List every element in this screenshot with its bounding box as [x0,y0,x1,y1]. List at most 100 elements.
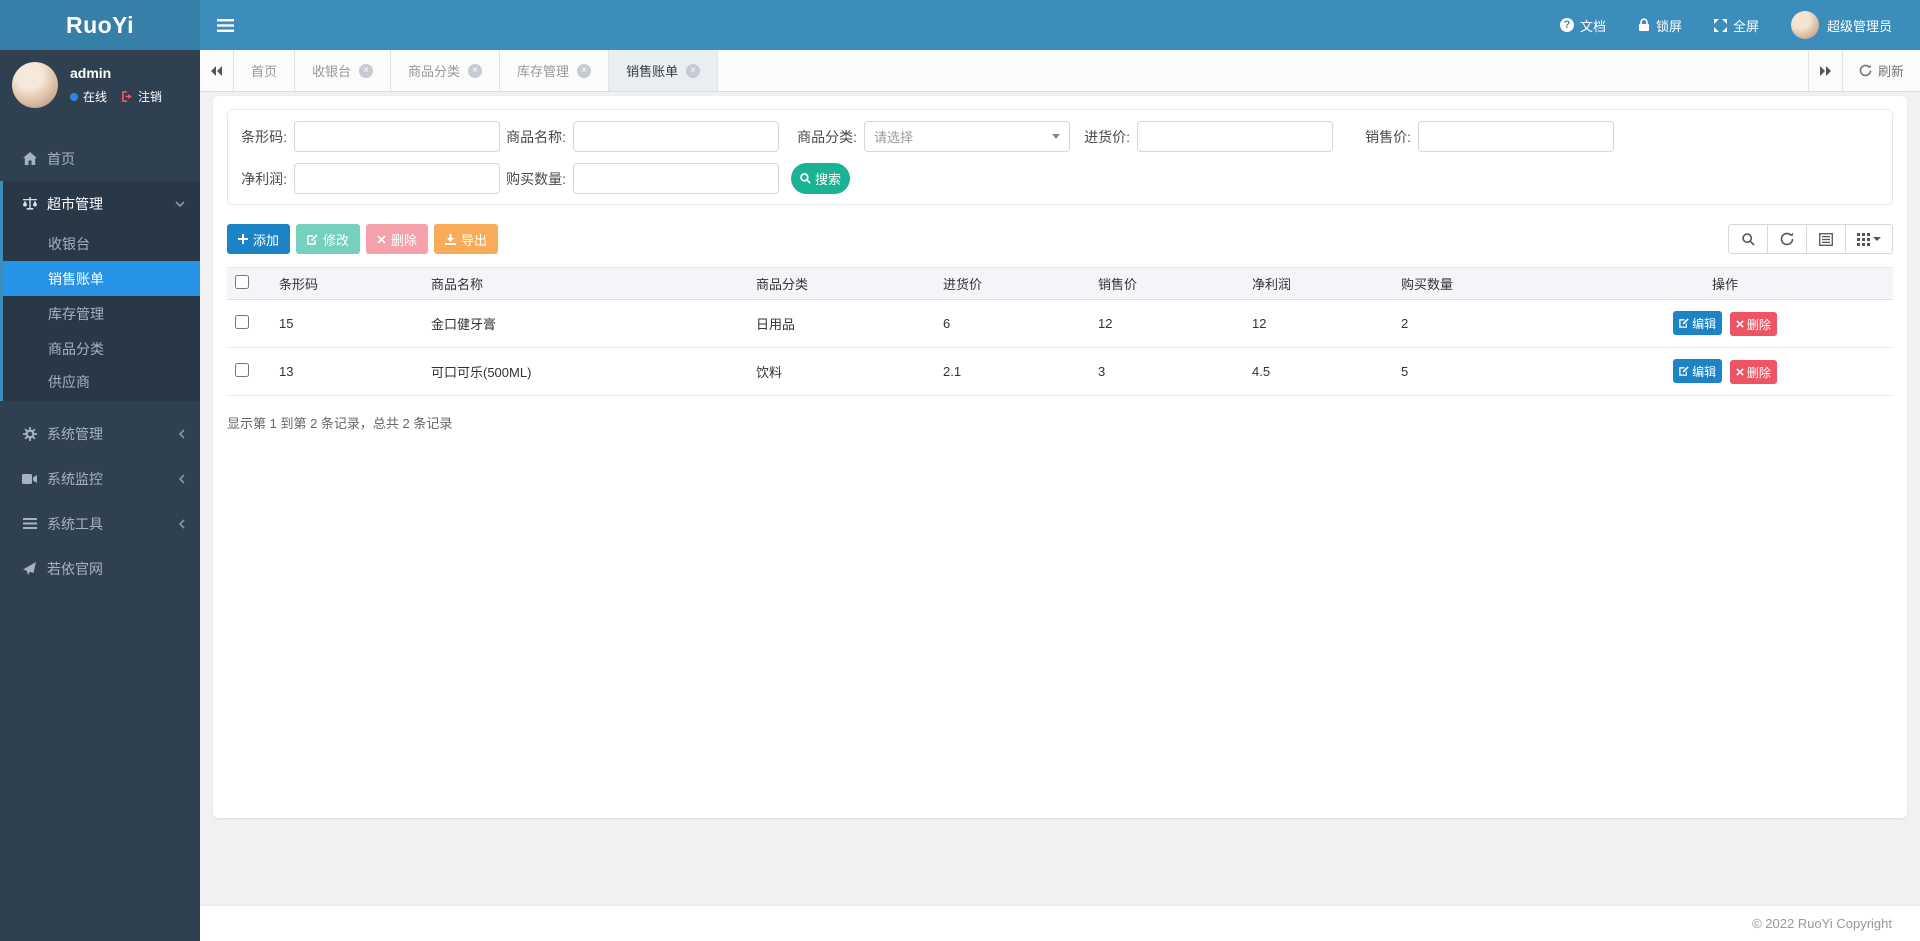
detail-view-button[interactable] [1806,224,1846,254]
show-search-button[interactable] [1728,224,1768,254]
pagination-summary: 显示第 1 到第 2 条记录，总共 2 条记录 [227,416,453,431]
sales-bill-table: 条形码 商品名称 商品分类 进货价 销售价 净利润 购买数量 操作 15 金口健… [227,267,1893,396]
edit-icon [1679,318,1689,328]
tab-label: 首页 [251,64,278,79]
row-delete-button[interactable]: 删除 [1729,360,1777,384]
x-icon [377,234,386,244]
table-row: 13 可口可乐(500ML) 饮料 2.1 3 4.5 5 编辑 删除 [227,347,1893,396]
delete-button[interactable]: 删除 [366,224,429,254]
chevron-left-icon [179,518,185,529]
sidebar-section-supermarket: 超市管理 收银台 销售账单 库存管理 商品分类 供应商 [0,181,200,401]
sidebar-item-cashier[interactable]: 收银台 [3,226,200,261]
tab-inventory[interactable]: 库存管理 × [500,50,610,91]
close-icon[interactable]: × [468,63,483,78]
sidebar-item-system-monitor[interactable]: 系统监控 [0,456,200,501]
row-delete-label: 删除 [1746,317,1771,332]
refresh-table-button[interactable] [1767,224,1807,254]
export-button[interactable]: 导出 [434,224,499,254]
row-checkbox[interactable] [235,363,249,377]
select-all-checkbox[interactable] [235,275,249,289]
sidebar: admin 在线 注销 首页 超市管理 收银台 销售账单 库存管理 商品分类 供… [0,50,200,941]
sale-price-input[interactable] [1418,121,1614,152]
table-header-row: 条形码 商品名称 商品分类 进货价 销售价 净利润 购买数量 操作 [227,267,1893,300]
table-toolbar: 添加 修改 删除 导出 [227,224,1893,254]
tabs-scroll-left-button[interactable] [200,50,234,91]
col-purchase-price: 进货价 [935,267,1090,300]
tab-sales-bill[interactable]: 销售账单 × [609,50,719,91]
col-barcode: 条形码 [271,267,423,300]
tab-product-category[interactable]: 商品分类 × [391,50,501,91]
cell-net-profit: 12 [1244,299,1393,348]
edit-button-label: 修改 [323,232,350,248]
refresh-icon [1780,232,1794,246]
category-select[interactable]: 请选择 [864,121,1070,152]
question-circle-icon: ? [1559,18,1574,32]
barcode-label: 条形码: [241,128,287,145]
close-icon[interactable]: × [577,63,592,78]
sidebar-item-supermarket[interactable]: 超市管理 [3,181,200,226]
cell-barcode: 13 [271,347,423,396]
sidebar-item-label: 系统工具 [47,515,103,532]
logout-link[interactable]: 注销 [122,88,162,105]
purchase-price-input[interactable] [1137,121,1333,152]
quantity-input[interactable] [573,163,779,194]
cell-net-profit: 4.5 [1244,347,1393,396]
nav-fullscreen[interactable]: 全屏 [1698,0,1775,50]
tab-cashier[interactable]: 收银台 × [295,50,392,91]
search-button[interactable]: 搜索 [791,163,850,194]
columns-dropdown-button[interactable] [1845,224,1893,254]
product-name-input[interactable] [573,121,779,152]
row-edit-label: 编辑 [1692,364,1717,379]
sidebar-item-system-tools[interactable]: 系统工具 [0,501,200,546]
net-profit-input[interactable] [294,163,500,194]
cell-sale-price: 12 [1090,299,1244,348]
barcode-input[interactable] [294,121,500,152]
sidebar-item-official-site[interactable]: 若依官网 [0,546,200,591]
add-button[interactable]: 添加 [227,224,291,254]
user-avatar [1790,11,1819,39]
close-icon[interactable]: × [686,63,701,78]
edit-icon [1679,366,1689,376]
category-label: 商品分类: [797,128,857,145]
sidebar-item-home[interactable]: 首页 [0,136,200,181]
sidebar-toggle-button[interactable] [200,0,250,50]
plus-icon [238,234,248,244]
col-sale-price: 销售价 [1090,267,1244,300]
search-button-label: 搜索 [814,172,841,187]
edit-button[interactable]: 修改 [296,224,361,254]
tabs-scroll-right-button[interactable] [1807,50,1842,91]
tab-bar: 首页 收银台 × 商品分类 × 库存管理 × 销售账单 × 刷新 [200,50,1920,92]
tab-home[interactable]: 首页 [234,50,296,91]
product-name-label: 商品名称: [506,128,566,145]
tab-label: 商品分类 [408,64,461,79]
home-icon [21,152,38,165]
cell-product-name: 可口可乐(500ML) [423,347,748,396]
bars-icon [21,518,38,529]
sidebar-item-product-category[interactable]: 商品分类 [3,331,200,366]
nav-docs[interactable]: ? 文档 [1544,0,1622,50]
close-icon[interactable]: × [359,63,374,78]
search-form: 条形码: 商品名称: 商品分类: 请选择 进货价: 销售价: 净利润: 购买数量… [227,109,1893,205]
search-icon [1741,232,1755,246]
nav-lock-screen[interactable]: 锁屏 [1622,0,1698,50]
sidebar-avatar[interactable] [12,62,58,108]
sidebar-item-supplier[interactable]: 供应商 [3,366,200,401]
row-edit-button[interactable]: 编辑 [1673,359,1723,383]
tab-refresh-button[interactable]: 刷新 [1841,50,1920,91]
add-button-label: 添加 [253,232,280,248]
row-checkbox[interactable] [235,315,249,329]
sidebar-item-sales-bill[interactable]: 销售账单 [3,261,200,296]
row-edit-button[interactable]: 编辑 [1673,311,1723,335]
tab-label: 库存管理 [517,64,570,79]
x-icon [1736,320,1744,328]
user-menu[interactable]: 超级管理员 [1775,0,1902,50]
sidebar-item-system-admin[interactable]: 系统管理 [0,411,200,456]
row-delete-button[interactable]: 删除 [1729,312,1777,336]
app-logo[interactable]: RuoYi [0,0,200,50]
chevron-left-icon [179,473,185,484]
lock-icon [1638,18,1650,32]
sidebar-item-inventory[interactable]: 库存管理 [3,296,200,331]
cell-quantity: 5 [1393,347,1557,396]
col-category: 商品分类 [748,267,935,300]
cell-purchase-price: 6 [935,299,1090,348]
